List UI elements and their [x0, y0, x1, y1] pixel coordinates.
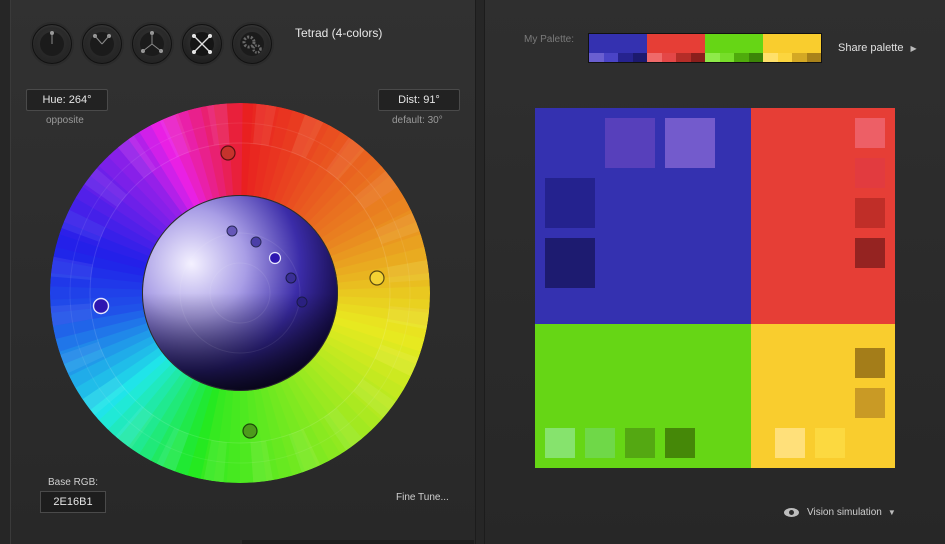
palette-sub-swatch[interactable]: [734, 53, 749, 62]
palette-sub-swatch[interactable]: [719, 53, 734, 62]
preview-blue-area: [535, 108, 751, 324]
palette-column[interactable]: [647, 34, 705, 62]
base-rgb-input[interactable]: 2E16B1: [40, 491, 106, 513]
palette-main-swatch[interactable]: [705, 34, 763, 53]
x-cross-scheme-icon: [190, 32, 214, 56]
disc-marker-4[interactable]: [285, 272, 297, 284]
palette-sub-swatch[interactable]: [690, 53, 705, 62]
palette-sub-swatch[interactable]: [647, 53, 662, 62]
disc-marker-3[interactable]: [268, 251, 282, 265]
yellow-swatch: [855, 388, 885, 418]
green-swatch: [665, 428, 695, 458]
palette-sub-swatch[interactable]: [603, 53, 618, 62]
bottom-strip: [242, 540, 474, 544]
preview-red-area: [751, 108, 895, 324]
palette-preview: [535, 108, 895, 468]
disc-marker-1[interactable]: [226, 225, 238, 237]
share-palette-label: Share palette: [838, 42, 904, 54]
palette-column[interactable]: [705, 34, 763, 62]
palette-sub-swatch[interactable]: [763, 53, 778, 62]
tetrad-scheme-button[interactable]: [132, 24, 172, 64]
tetrad-4-colors-button[interactable]: [182, 24, 222, 64]
palette-main-swatch[interactable]: [647, 34, 705, 53]
hue-marker-yellow[interactable]: [369, 270, 385, 286]
palette-sub-swatch[interactable]: [777, 53, 792, 62]
mono-scheme-button[interactable]: [32, 24, 72, 64]
yellow-swatch: [775, 428, 805, 458]
disc-marker-5[interactable]: [296, 296, 308, 308]
red-swatch: [855, 198, 885, 228]
eye-icon: [784, 507, 799, 517]
palette-sub-swatch[interactable]: [705, 53, 720, 62]
red-swatch: [855, 118, 885, 148]
green-swatch: [625, 428, 655, 458]
green-swatch: [545, 428, 575, 458]
yellow-swatch: [815, 428, 845, 458]
disc-marker-2[interactable]: [250, 236, 262, 248]
fine-tune-link[interactable]: Fine Tune...: [396, 492, 449, 503]
blue-swatch: [545, 238, 595, 288]
my-palette-strip[interactable]: [588, 33, 822, 63]
palette-sub-swatch[interactable]: [589, 53, 604, 62]
mono-scheme-icon: [40, 31, 64, 56]
palette-main-swatch[interactable]: [763, 34, 821, 53]
hue-marker-green[interactable]: [242, 423, 258, 439]
blue-swatch: [605, 118, 655, 168]
hue-marker-red[interactable]: [220, 145, 236, 161]
triangle-scheme-icon: [140, 31, 164, 56]
palette-sub-swatch[interactable]: [748, 53, 763, 62]
blue-swatch: [665, 118, 715, 168]
scheme-title: Tetrad (4-colors): [295, 26, 383, 40]
palette-main-swatch[interactable]: [589, 34, 647, 53]
caret-down-icon: ▼: [887, 508, 896, 517]
preview-green-area: [535, 324, 751, 468]
vision-simulation-button[interactable]: Vision simulation ▼: [784, 507, 896, 518]
preview-yellow-area: [751, 324, 895, 468]
settings-gear-button[interactable]: [232, 24, 272, 64]
red-swatch: [855, 158, 885, 188]
blue-swatch: [545, 178, 595, 228]
palette-sub-swatch[interactable]: [661, 53, 676, 62]
base-rgb-label: Base RGB:: [48, 477, 99, 488]
green-swatch: [585, 428, 615, 458]
palette-sub-swatch[interactable]: [792, 53, 807, 62]
share-palette-button[interactable]: Share palette ▶: [838, 42, 917, 54]
chevron-right-icon: ▶: [910, 44, 917, 53]
yellow-swatch: [855, 348, 885, 378]
palette-column[interactable]: [589, 34, 647, 62]
palette-sub-swatch[interactable]: [632, 53, 647, 62]
palette-column[interactable]: [763, 34, 821, 62]
palette-sub-swatch[interactable]: [806, 53, 821, 62]
vision-simulation-label: Vision simulation: [807, 507, 882, 518]
triad-scheme-icon: [90, 32, 114, 56]
hue-marker-base[interactable]: [92, 297, 110, 315]
palette-sub-swatch[interactable]: [618, 53, 633, 62]
color-wheel[interactable]: [50, 103, 430, 483]
red-swatch: [855, 238, 885, 268]
my-palette-label: My Palette:: [524, 34, 575, 45]
palette-sub-swatch[interactable]: [676, 53, 691, 62]
triad-scheme-button[interactable]: [82, 24, 122, 64]
gear-icon: [240, 32, 264, 56]
